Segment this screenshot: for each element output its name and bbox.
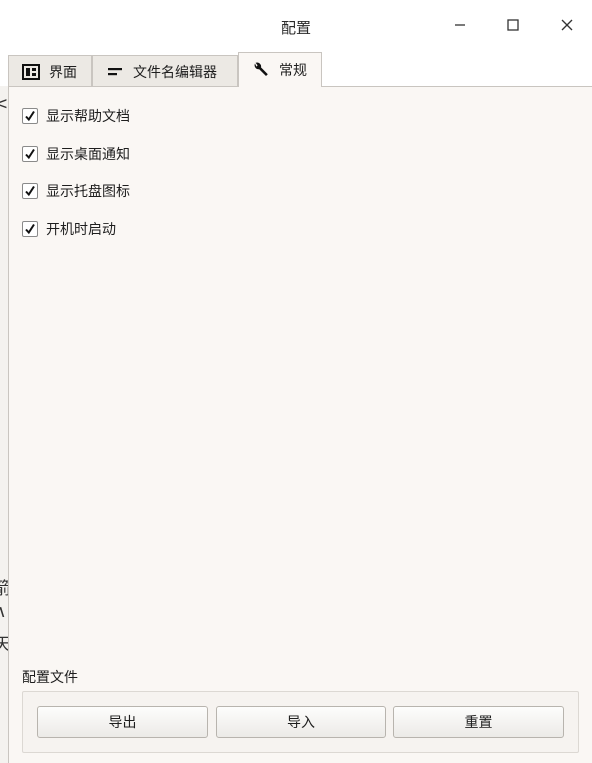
maximize-icon	[507, 19, 519, 31]
tab-label: 常规	[279, 63, 307, 79]
background-glyph: 天	[0, 630, 8, 655]
layout-icon	[21, 63, 41, 81]
tab-general[interactable]: 常规	[238, 52, 322, 87]
title-bar: 配置	[0, 0, 592, 52]
checkmark-icon	[25, 110, 35, 122]
checkbox-label: 开机时启动	[46, 222, 116, 238]
general-settings-panel: 显示帮助文档 显示桌面通知 显示托盘图标 开机时启动 配置文件 导出 导入 重置	[8, 86, 592, 763]
checkbox-label: 显示桌面通知	[46, 147, 130, 163]
checkmark-icon	[25, 148, 35, 160]
checkbox[interactable]	[22, 183, 38, 199]
option-launch-at-startup[interactable]: 开机时启动	[22, 219, 116, 239]
wrench-icon	[251, 61, 271, 79]
tab-label: 界面	[49, 64, 77, 81]
export-button[interactable]: 导出	[37, 706, 208, 738]
import-button[interactable]: 导入	[216, 706, 386, 738]
minimize-icon	[455, 24, 465, 26]
maximize-button[interactable]	[498, 10, 528, 40]
background-glyph: <	[0, 94, 8, 114]
checkbox[interactable]	[22, 221, 38, 237]
checkbox-label: 显示托盘图标	[46, 184, 130, 200]
minimize-button[interactable]	[445, 10, 475, 40]
tab-bar: 界面 文件名编辑器 常规	[8, 52, 592, 87]
background-window-edge: < 箭 ∧ 天	[0, 86, 8, 763]
reset-button[interactable]: 重置	[393, 706, 564, 738]
checkbox[interactable]	[22, 108, 38, 124]
background-glyph: 箭	[0, 574, 8, 599]
checkbox[interactable]	[22, 146, 38, 162]
checkbox-label: 显示帮助文档	[46, 109, 130, 125]
tab-interface[interactable]: 界面	[8, 55, 92, 87]
option-show-desktop-notifications[interactable]: 显示桌面通知	[22, 144, 130, 164]
option-show-help[interactable]: 显示帮助文档	[22, 106, 130, 126]
tab-label: 文件名编辑器	[133, 64, 217, 81]
close-icon	[561, 19, 573, 31]
text-lines-icon	[105, 63, 125, 81]
option-show-tray-icon[interactable]: 显示托盘图标	[22, 181, 130, 201]
checkmark-icon	[25, 185, 35, 197]
checkmark-icon	[25, 223, 35, 235]
background-glyph: ∧	[0, 602, 7, 622]
close-button[interactable]	[552, 10, 582, 40]
config-file-label: 配置文件	[22, 670, 78, 686]
config-file-group: 导出 导入 重置	[22, 691, 579, 753]
tab-filename-editor[interactable]: 文件名编辑器	[92, 55, 238, 87]
